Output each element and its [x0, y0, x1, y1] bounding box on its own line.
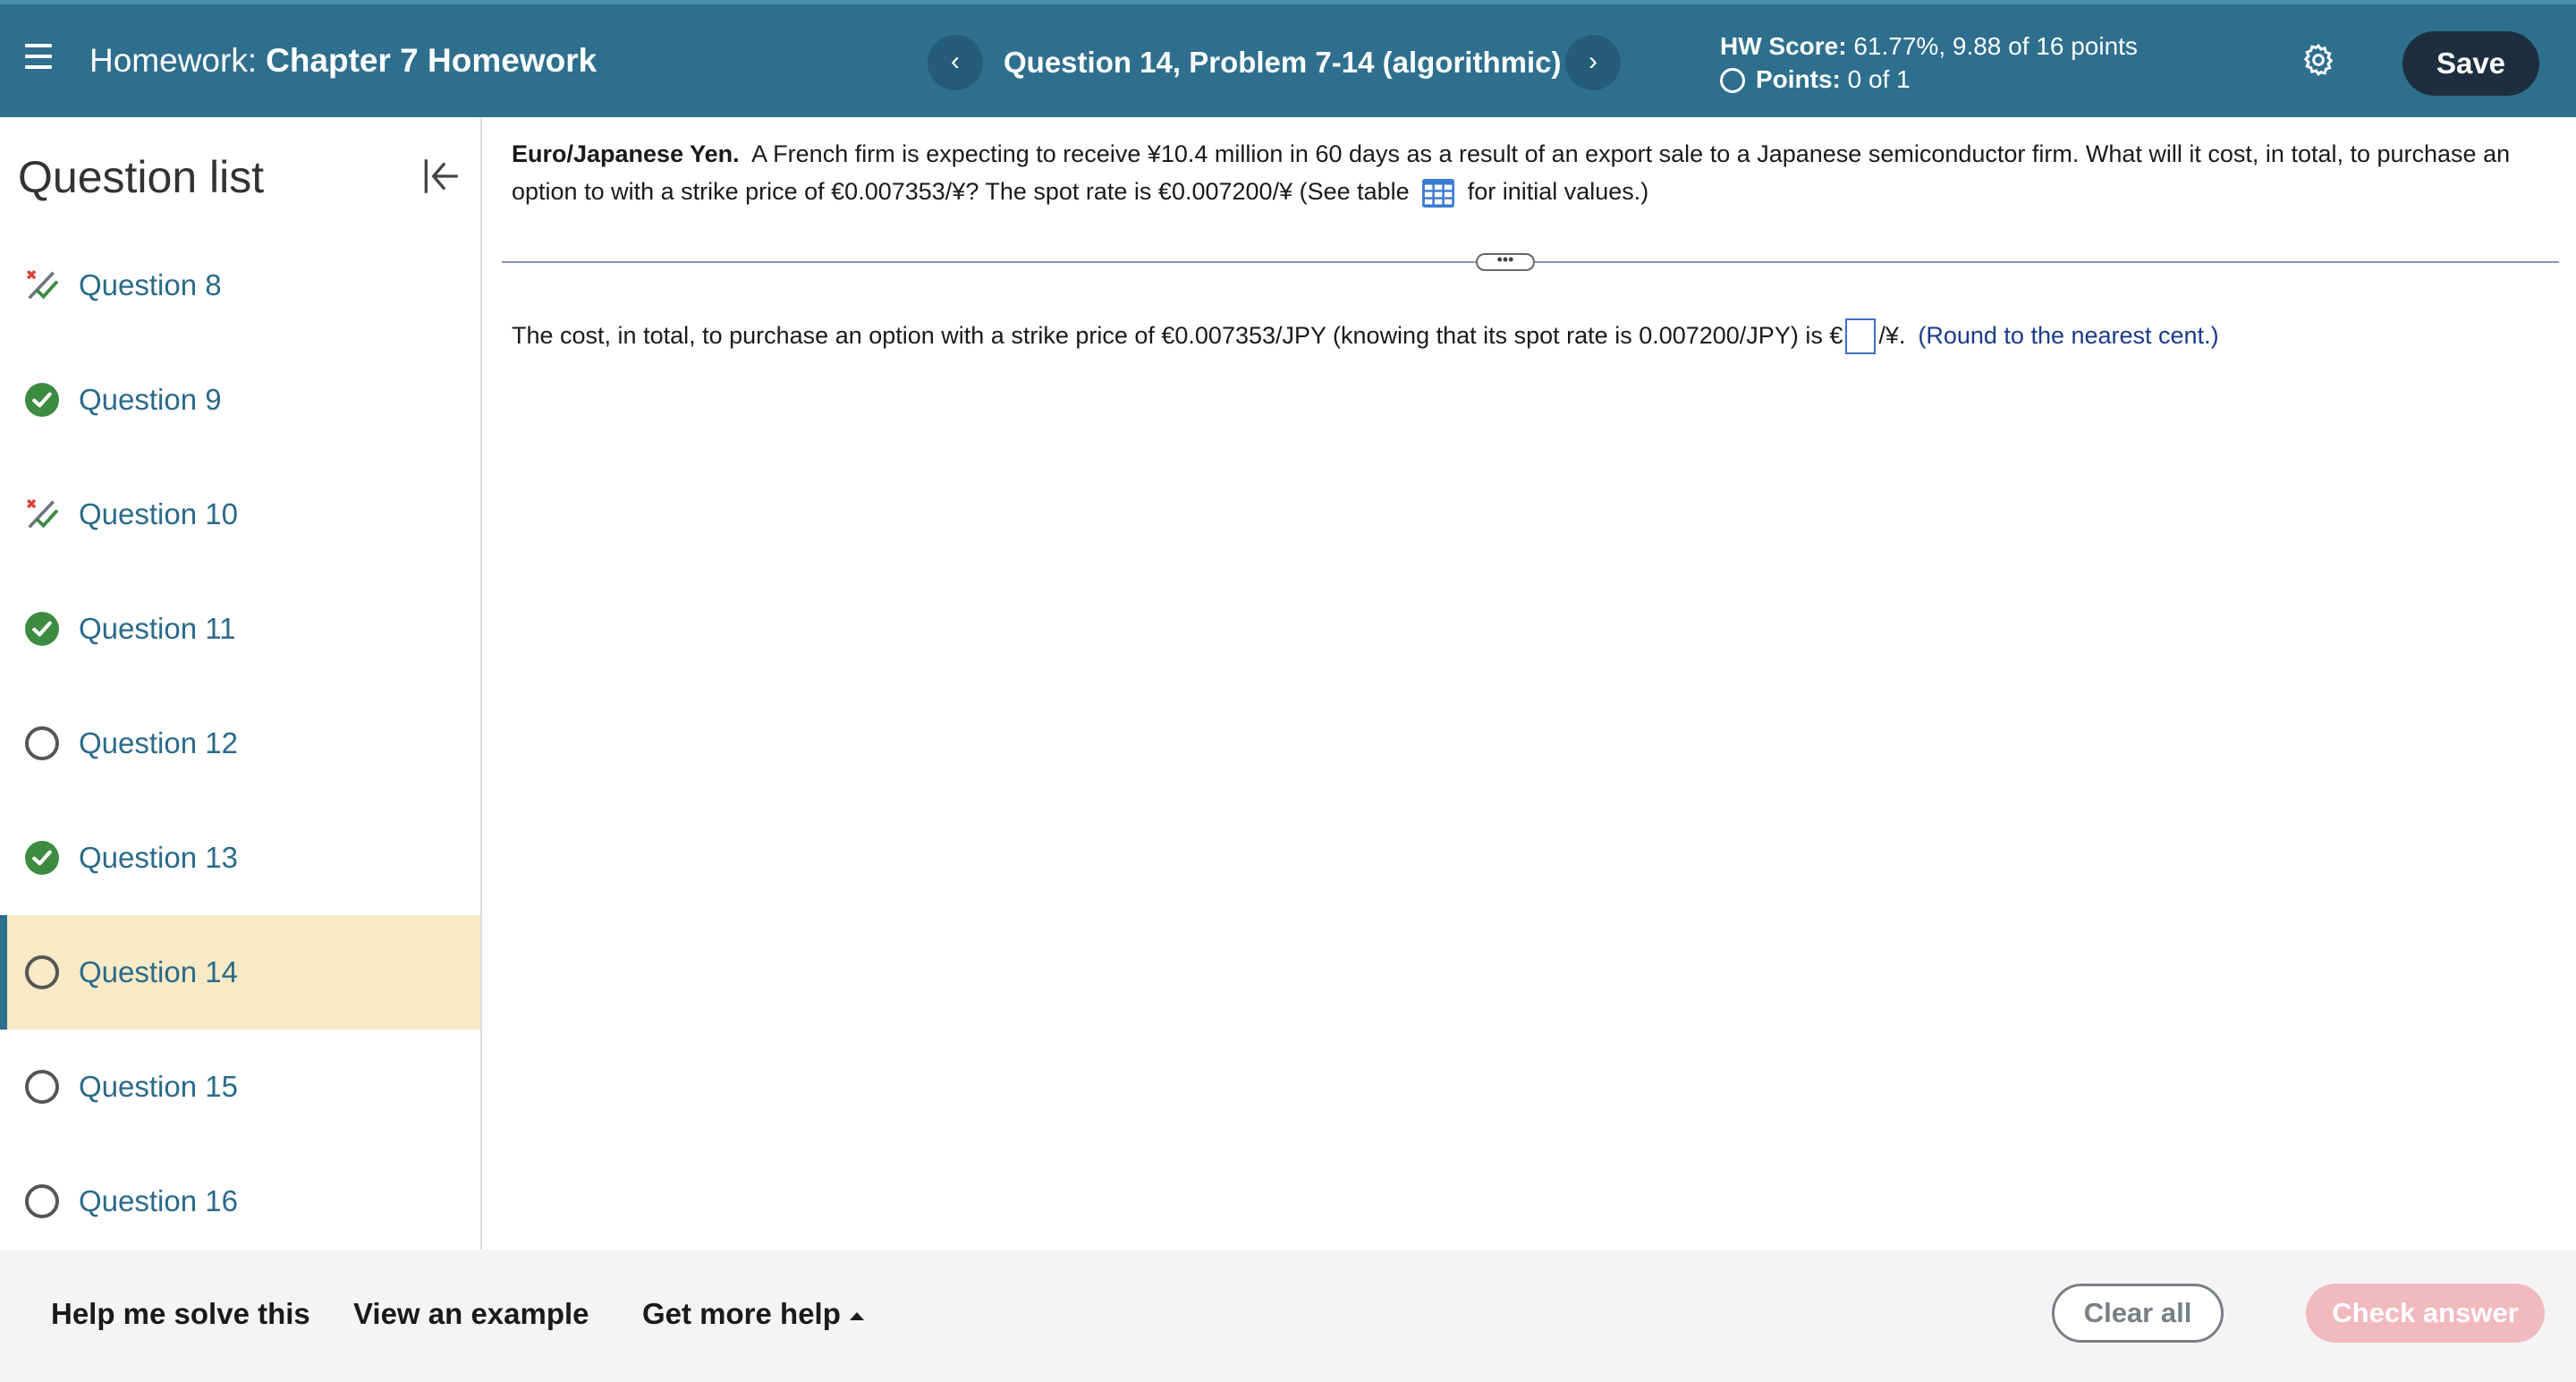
question-heading: Euro/Japanese Yen.	[512, 140, 740, 167]
sidebar-question-label: Question 9	[79, 383, 222, 416]
sidebar-question-item[interactable]: Question 12	[0, 686, 480, 801]
save-button[interactable]: Save	[2402, 31, 2539, 96]
top-header: Homework: Chapter 7 Homework ‹ Question 1…	[0, 0, 2576, 117]
score-label: HW Score:	[1720, 32, 1847, 60]
question-list-title: Question list	[18, 152, 265, 202]
question-title: Question 14, Problem 7-14 (algorithmic)	[1004, 46, 1562, 79]
answer-input[interactable]	[1845, 318, 1877, 354]
sidebar-question-item[interactable]: Question 11	[0, 572, 480, 686]
get-more-help-link[interactable]: Get more help	[642, 1297, 864, 1331]
table-icon[interactable]	[1421, 178, 1455, 208]
sidebar-question-label: Question 8	[79, 268, 222, 301]
points-label: Points:	[1756, 65, 1841, 93]
menu-icon[interactable]	[25, 44, 52, 69]
score-panel: HW Score: 61.77%, 9.88 of 16 points Poin…	[1720, 30, 2138, 96]
question-list: Question 8 Question 9 Question 10 Question …	[0, 228, 480, 1259]
correct-check-icon	[25, 612, 59, 646]
homework-label: Homework:	[89, 42, 258, 79]
homework-name: Chapter 7 Homework	[266, 42, 597, 79]
partial-credit-icon	[26, 269, 58, 300]
sidebar-question-item[interactable]: Question 14	[0, 915, 480, 1030]
sidebar-question-item[interactable]: Question 10	[0, 457, 480, 572]
sidebar-question-item[interactable]: Question 13	[0, 801, 480, 915]
answer-line: The cost, in total, to purchase an optio…	[512, 318, 2219, 354]
correct-check-icon	[25, 383, 59, 417]
check-answer-button[interactable]: Check answer	[2306, 1284, 2545, 1343]
unanswered-circle-icon	[25, 1184, 59, 1218]
sidebar-question-label: Question 11	[79, 612, 236, 645]
unanswered-circle-icon	[25, 955, 59, 989]
sidebar-question-label: Question 14	[79, 955, 238, 988]
points-status-icon	[1720, 68, 1745, 93]
sidebar-question-label: Question 10	[79, 497, 238, 530]
sidebar-question-label: Question 15	[79, 1070, 238, 1103]
answer-suffix: /¥.	[1878, 322, 1906, 349]
homework-title: Homework: Chapter 7 Homework	[89, 42, 597, 80]
question-prompt: Euro/Japanese Yen. A French firm is expe…	[512, 135, 2542, 210]
unanswered-circle-icon	[25, 726, 59, 760]
sidebar-question-label: Question 12	[79, 726, 238, 759]
help-me-solve-link[interactable]: Help me solve this	[51, 1297, 310, 1331]
sidebar-question-item[interactable]: Question 16	[0, 1144, 480, 1259]
question-list-sidebar: Question list Question 8 Question 9 Questi…	[0, 117, 482, 1250]
sidebar-question-label: Question 13	[79, 841, 238, 874]
correct-check-icon	[25, 841, 59, 875]
points-value: 0 of 1	[1847, 65, 1911, 93]
question-main-panel: Euro/Japanese Yen. A French firm is expe…	[484, 117, 2576, 1250]
next-question-button[interactable]: ›	[1565, 35, 1621, 90]
answer-prefix: The cost, in total, to purchase an optio…	[512, 322, 1843, 349]
partial-credit-icon	[26, 498, 58, 529]
get-more-help-label: Get more help	[642, 1297, 841, 1330]
clear-all-button[interactable]: Clear all	[2052, 1284, 2224, 1343]
caret-up-icon	[849, 1312, 864, 1320]
collapse-sidebar-icon[interactable]	[419, 154, 463, 199]
sidebar-question-item[interactable]: Question 9	[0, 343, 480, 457]
settings-gear-icon[interactable]	[2301, 42, 2336, 78]
question-text-part2: for initial values.)	[1467, 178, 1649, 205]
previous-question-button[interactable]: ‹	[928, 35, 983, 90]
sidebar-question-label: Question 16	[79, 1184, 238, 1217]
bottom-toolbar: Help me solve this View an example Get m…	[0, 1250, 2576, 1382]
score-value: 61.77%, 9.88 of 16 points	[1853, 32, 2138, 60]
sidebar-question-item[interactable]: Question 8	[0, 228, 480, 343]
pane-resize-handle[interactable]: •••	[1476, 251, 1535, 271]
sidebar-question-item[interactable]: Question 15	[0, 1030, 480, 1144]
rounding-note: (Round to the nearest cent.)	[1918, 322, 2219, 349]
unanswered-circle-icon	[25, 1070, 59, 1104]
view-example-link[interactable]: View an example	[353, 1297, 589, 1331]
